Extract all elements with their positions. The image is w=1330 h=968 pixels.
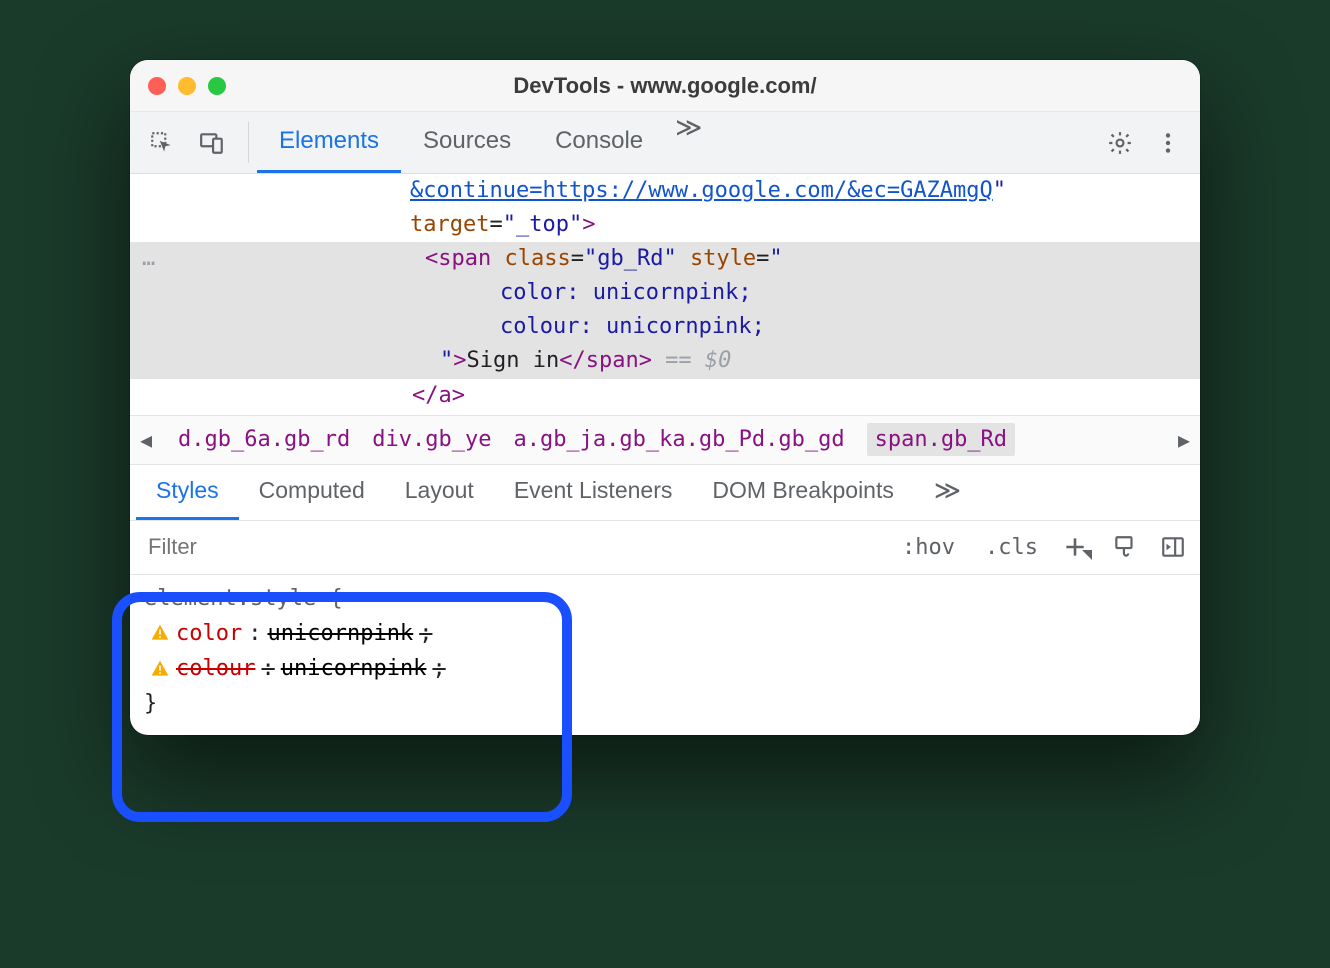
- dom-line-selected[interactable]: ">Sign in</span> == $0: [130, 344, 1200, 378]
- styles-rules-pane[interactable]: element.style { color: unicornpink; colo…: [130, 575, 1200, 736]
- more-subtabs-icon[interactable]: ≫: [914, 465, 981, 520]
- paint-brush-icon[interactable]: [1108, 530, 1142, 564]
- warning-icon: [150, 623, 170, 643]
- inspect-element-icon[interactable]: [142, 123, 182, 163]
- tab-console-label: Console: [555, 127, 643, 155]
- dom-link-text: &continue=https://www.google.com/&ec=GAZ…: [410, 178, 993, 203]
- hov-toggle-button[interactable]: :hov: [894, 531, 963, 564]
- css-property-name[interactable]: colour: [176, 651, 255, 686]
- dom-breadcrumb: ◀ d.gb_6a.gb_rd div.gb_ye a.gb_ja.gb_ka.…: [130, 415, 1200, 465]
- devtools-window: DevTools - www.google.com/: [130, 60, 1200, 735]
- tab-elements-label: Elements: [279, 127, 379, 155]
- window-title: DevTools - www.google.com/: [130, 73, 1200, 99]
- close-window-button[interactable]: [148, 77, 166, 95]
- breadcrumb-item[interactable]: d.gb_6a.gb_rd: [178, 427, 350, 452]
- breadcrumb-item[interactable]: div.gb_ye: [372, 427, 491, 452]
- filter-input[interactable]: [146, 533, 346, 561]
- traffic-lights: [148, 77, 226, 95]
- style-close-brace: }: [144, 686, 1186, 721]
- breadcrumb-scroll-left-icon[interactable]: ◀: [136, 428, 156, 452]
- tab-console[interactable]: Console: [533, 112, 665, 173]
- dom-line-selected[interactable]: color: unicornpink;: [130, 276, 1200, 310]
- dom-line[interactable]: &continue=https://www.google.com/&ec=GAZ…: [130, 174, 1200, 208]
- styles-pane-tabs: Styles Computed Layout Event Listeners D…: [130, 465, 1200, 521]
- breadcrumb-scroll-right-icon[interactable]: ▶: [1174, 428, 1194, 452]
- styles-toolbar: :hov .cls: [130, 521, 1200, 575]
- style-property-row[interactable]: colour: unicornpink;: [144, 651, 1186, 686]
- breadcrumb-item-selected[interactable]: span.gb_Rd: [867, 423, 1015, 456]
- settings-gear-icon[interactable]: [1100, 123, 1140, 163]
- new-style-rule-button[interactable]: [1060, 530, 1094, 564]
- subtab-event-listeners[interactable]: Event Listeners: [494, 465, 693, 520]
- expand-ellipsis-icon[interactable]: …: [130, 242, 190, 276]
- dom-tree[interactable]: &continue=https://www.google.com/&ec=GAZ…: [130, 174, 1200, 415]
- tab-sources[interactable]: Sources: [401, 112, 533, 173]
- dom-line-selected[interactable]: … <span class="gb_Rd" style=": [130, 242, 1200, 276]
- dom-line-selected[interactable]: colour: unicornpink;: [130, 310, 1200, 344]
- style-selector[interactable]: element.style {: [144, 581, 1186, 616]
- css-property-name[interactable]: color: [176, 616, 242, 651]
- main-toolbar: Elements Sources Console ≫: [130, 112, 1200, 174]
- warning-icon: [150, 659, 170, 679]
- more-tabs-icon[interactable]: ≫: [665, 112, 712, 173]
- subtab-styles[interactable]: Styles: [136, 465, 239, 520]
- window-titlebar: DevTools - www.google.com/: [130, 60, 1200, 112]
- dom-line[interactable]: target="_top">: [130, 208, 1200, 242]
- css-property-value[interactable]: unicornpink: [281, 651, 427, 686]
- minimize-window-button[interactable]: [178, 77, 196, 95]
- subtab-computed[interactable]: Computed: [239, 465, 385, 520]
- maximize-window-button[interactable]: [208, 77, 226, 95]
- kebab-menu-icon[interactable]: [1148, 123, 1188, 163]
- tab-elements[interactable]: Elements: [257, 112, 401, 173]
- style-property-row[interactable]: color: unicornpink;: [144, 616, 1186, 651]
- subtab-dom-breakpoints[interactable]: DOM Breakpoints: [692, 465, 914, 520]
- css-property-value[interactable]: unicornpink: [267, 616, 413, 651]
- dom-line[interactable]: </a>: [130, 379, 1200, 413]
- device-toolbar-icon[interactable]: [192, 123, 232, 163]
- panel-tabs: Elements Sources Console ≫: [257, 112, 712, 173]
- cls-toggle-button[interactable]: .cls: [977, 531, 1046, 564]
- toggle-sidebar-icon[interactable]: [1156, 530, 1190, 564]
- tab-sources-label: Sources: [423, 127, 511, 155]
- breadcrumb-item[interactable]: a.gb_ja.gb_ka.gb_Pd.gb_gd: [513, 427, 844, 452]
- subtab-layout[interactable]: Layout: [385, 465, 494, 520]
